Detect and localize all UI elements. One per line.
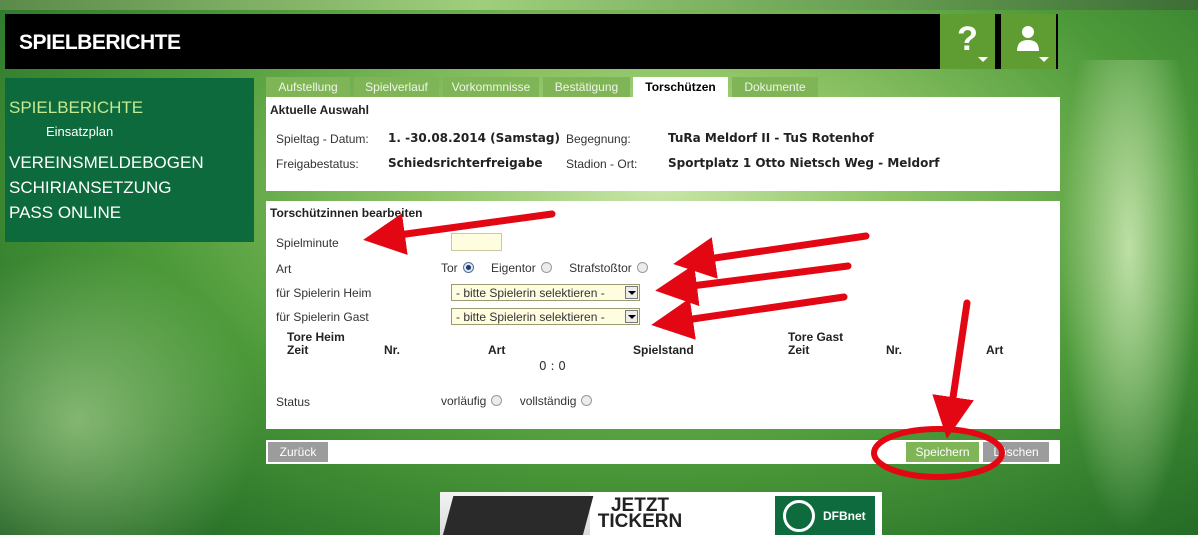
sidebar-item-schiriansetzung[interactable]: SCHIRIANSETZUNG <box>9 178 171 198</box>
tab-aufstellung[interactable]: Aufstellung <box>266 77 350 97</box>
phone-image <box>440 492 590 535</box>
banner-line-2: TICKERN <box>597 511 683 532</box>
sidebar: SPIELBERICHTE Einsatzplan VEREINSMELDEBO… <box>5 78 254 242</box>
selection-heading: Aktuelle Auswahl <box>270 103 369 117</box>
selection-panel: Aktuelle Auswahl Spieltag - Datum: 1. -3… <box>266 97 1060 191</box>
radio-button[interactable] <box>636 262 648 274</box>
background-blur <box>1060 60 1198 535</box>
score-value: 0 : 0 <box>539 359 566 373</box>
user-menu-button[interactable] <box>1001 14 1056 69</box>
dfbnet-brand: DFBnet <box>823 509 866 523</box>
col-heim-art: Art <box>488 343 506 357</box>
sidebar-item-vereinsmeldebogen[interactable]: VEREINSMELDEBOGEN <box>9 153 204 173</box>
gast-label: für Spielerin Gast <box>276 310 369 324</box>
tab-torschuetzen[interactable]: Torschützen <box>633 77 728 97</box>
col-gast-zeit: Zeit <box>788 343 810 357</box>
tab-bestaetigung[interactable]: Bestätigung <box>543 77 630 97</box>
chevron-down-icon[interactable] <box>625 286 638 299</box>
spieltag-label: Spieltag - Datum: <box>276 132 369 146</box>
status-radio-group: vorläufig vollständig <box>441 394 606 408</box>
save-button[interactable]: Speichern <box>906 442 979 462</box>
sidebar-item-pass-online[interactable]: PASS ONLINE <box>9 203 121 223</box>
radio-strafstosstor[interactable]: Strafstoßtor <box>569 261 648 275</box>
art-radio-group: Tor Eigentor Strafstoßtor <box>441 261 662 275</box>
heim-player-select[interactable]: - bitte Spielerin selektieren - <box>451 284 640 301</box>
begegnung-label: Begegnung: <box>566 132 631 146</box>
stadion-label: Stadion - Ort: <box>566 157 638 171</box>
tab-vorkommnisse[interactable]: Vorkommnisse <box>443 77 539 97</box>
tab-spielverlauf[interactable]: Spielverlauf <box>354 77 439 97</box>
background-blur <box>0 250 260 535</box>
radio-button[interactable] <box>462 262 474 274</box>
radio-eigentor-label: Eigentor <box>491 261 536 275</box>
radio-button[interactable] <box>491 395 503 407</box>
radio-tor[interactable]: Tor <box>441 261 474 275</box>
form-heading: Torschützinnen bearbeiten <box>270 206 423 220</box>
col-gast-nr: Nr. <box>886 343 903 357</box>
help-button[interactable]: ? <box>940 14 995 69</box>
gast-player-select[interactable]: - bitte Spielerin selektieren - <box>451 308 640 325</box>
goal-form-panel: Torschützinnen bearbeiten Spielminute Ar… <box>266 201 1060 429</box>
background-stripe <box>0 0 1198 10</box>
radio-strafstosstor-label: Strafstoßtor <box>569 261 632 275</box>
header-bar: SPIELBERICHTE ? <box>5 14 1058 69</box>
stadion-value: Sportplatz 1 Otto Nietsch Weg - Meldorf <box>668 156 940 170</box>
col-heim-zeit: Zeit <box>287 343 309 357</box>
radio-tor-label: Tor <box>441 261 458 275</box>
radio-vorlaeufig[interactable]: vorläufig <box>441 394 503 408</box>
status-label: Status <box>276 395 311 409</box>
radio-vollstaendig-label: vollständig <box>519 394 577 408</box>
radio-eigentor[interactable]: Eigentor <box>491 261 552 275</box>
radio-button[interactable] <box>581 395 593 407</box>
ad-banner[interactable]: JETZT TICKERN DFBnet <box>440 492 882 535</box>
question-icon: ? <box>957 20 978 58</box>
tore-heim-heading: Tore Heim <box>287 330 345 344</box>
chevron-down-icon <box>978 57 988 62</box>
freigabe-label: Freigabestatus: <box>276 157 359 171</box>
delete-button[interactable]: Löschen <box>983 442 1049 462</box>
spieltag-value: 1. -30.08.2014 (Samstag) <box>388 131 560 145</box>
gast-select-value: - bitte Spielerin selektieren - <box>456 310 605 324</box>
spielminute-input[interactable] <box>451 233 502 251</box>
heim-select-value: - bitte Spielerin selektieren - <box>456 286 605 300</box>
radio-vollstaendig[interactable]: vollständig <box>520 394 593 408</box>
banner-text: JETZT TICKERN <box>595 496 685 532</box>
footer-bar: Zurück Speichern Löschen <box>266 440 1060 464</box>
back-button[interactable]: Zurück <box>268 442 328 462</box>
col-heim-nr: Nr. <box>384 343 401 357</box>
art-label: Art <box>276 262 292 276</box>
tab-dokumente[interactable]: Dokumente <box>732 77 818 97</box>
heim-label: für Spielerin Heim <box>276 286 372 300</box>
sidebar-item-spielberichte[interactable]: SPIELBERICHTE <box>9 98 143 118</box>
sidebar-item-einsatzplan[interactable]: Einsatzplan <box>46 124 113 139</box>
freigabe-value: Schiedsrichterfreigabe <box>388 156 543 170</box>
chevron-down-icon <box>1039 57 1049 62</box>
radio-button[interactable] <box>540 262 552 274</box>
spielminute-label: Spielminute <box>276 236 339 250</box>
app-title: SPIELBERICHTE <box>19 31 181 54</box>
begegnung-value: TuRa Meldorf II - TuS Rotenhof <box>668 131 874 145</box>
dfb-emblem-icon <box>783 500 815 532</box>
dfbnet-logo: DFBnet <box>775 496 875 535</box>
col-gast-art: Art <box>986 343 1004 357</box>
tore-gast-heading: Tore Gast <box>788 330 844 344</box>
radio-vorlaeufig-label: vorläufig <box>441 394 487 408</box>
col-spielstand: Spielstand <box>633 343 694 357</box>
chevron-down-icon[interactable] <box>625 310 638 323</box>
